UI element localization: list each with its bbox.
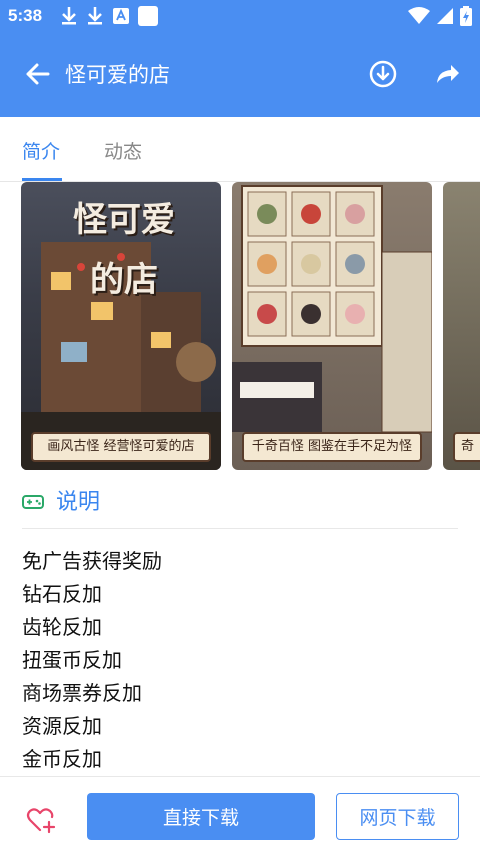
tab-active-indicator xyxy=(22,178,62,181)
tab-bar: 简介 动态 xyxy=(0,117,480,182)
signal-icon xyxy=(437,8,453,24)
character-catalog-illustration xyxy=(232,185,432,433)
screenshot-caption: 千奇百怪 图鉴在手不足为怪 xyxy=(242,432,422,462)
description-line: 齿轮反加 xyxy=(22,615,102,639)
screenshot-caption: 奇 xyxy=(453,432,480,462)
web-download-button[interactable]: 网页下载 xyxy=(336,793,459,840)
game-logo: 怪可爱的店 xyxy=(73,200,175,300)
download-circle-icon xyxy=(369,60,397,88)
download-icon xyxy=(88,7,102,25)
tab-updates[interactable]: 动态 xyxy=(104,137,142,164)
share-button[interactable] xyxy=(430,57,464,91)
download-icon xyxy=(62,7,76,25)
download-button[interactable] xyxy=(366,57,400,91)
screenshot-3[interactable]: 奇 xyxy=(443,182,480,470)
status-system-icons xyxy=(408,6,472,26)
bottom-action-bar: 直接下载 网页下载 xyxy=(0,776,480,854)
screenshot-caption: 画风古怪 经营怪可爱的店 xyxy=(31,432,211,462)
arrow-left-icon xyxy=(26,63,50,85)
favorite-button[interactable] xyxy=(26,805,56,835)
description-line: 资源反加 xyxy=(22,714,102,738)
divider xyxy=(22,528,458,529)
status-bar: 5:38 xyxy=(0,0,480,33)
status-time: 5:38 xyxy=(8,6,43,25)
share-arrow-icon xyxy=(437,65,459,83)
heart-plus-icon xyxy=(26,808,56,834)
back-button[interactable] xyxy=(20,57,54,91)
status-notification-icons xyxy=(60,6,158,26)
description-line: 钻石反加 xyxy=(22,582,102,606)
text-box-icon xyxy=(113,8,129,24)
direct-download-button[interactable]: 直接下载 xyxy=(87,793,315,840)
description-line: 金币反加 xyxy=(22,747,102,771)
description-line: 免广告获得奖励 xyxy=(22,549,162,573)
description-line: 商场票券反加 xyxy=(22,681,142,705)
page-title: 怪可爱的店 xyxy=(65,63,170,87)
description-list: 免广告获得奖励 钻石反加 齿轮反加 扭蛋币反加 商场票券反加 资源反加 金币反加 xyxy=(22,546,462,777)
section-header: 说明 xyxy=(0,480,480,530)
app-bar: 怪可爱的店 xyxy=(0,33,480,117)
screenshot-2[interactable]: 千奇百怪 图鉴在手不足为怪 xyxy=(232,182,432,470)
section-title: 说明 xyxy=(56,490,101,515)
tab-intro[interactable]: 简介 xyxy=(22,137,60,164)
gamepad-icon xyxy=(22,495,44,509)
battery-charging-icon xyxy=(460,6,472,26)
square-icon xyxy=(138,6,158,26)
screenshot-1[interactable]: 怪可爱的店 画风古怪 经营怪可爱的店 xyxy=(21,182,221,470)
screenshot-gallery[interactable]: 怪可爱的店 画风古怪 经营怪可爱的店 千奇百怪 图鉴在手不足为怪 奇 xyxy=(0,182,480,470)
description-line: 扭蛋币反加 xyxy=(22,648,122,672)
wifi-icon xyxy=(408,7,430,24)
